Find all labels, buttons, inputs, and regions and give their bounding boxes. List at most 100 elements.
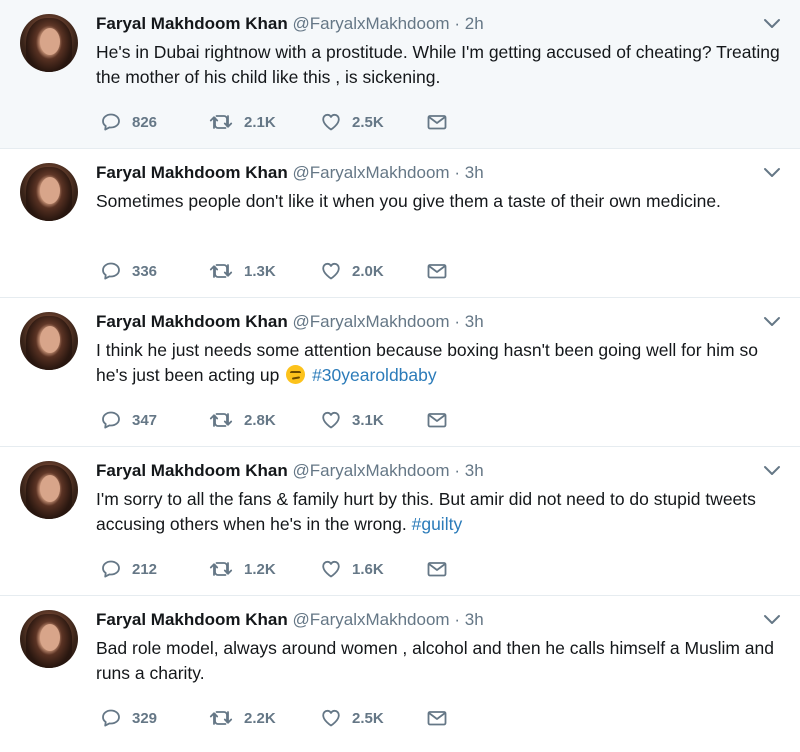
like-button[interactable]: 1.6K xyxy=(320,558,426,580)
retweet-count: 1.3K xyxy=(244,262,276,280)
separator-dot: · xyxy=(454,312,460,331)
tweet-header: Faryal Makhdoom Khan @FaryalxMakhdoom · … xyxy=(96,460,776,482)
direct-message-button[interactable] xyxy=(426,707,456,729)
tweet-header: Faryal Makhdoom Khan @FaryalxMakhdoom · … xyxy=(96,162,776,184)
tweet-feed: Faryal Makhdoom Khan @FaryalxMakhdoom · … xyxy=(0,0,800,750)
retweet-icon xyxy=(209,413,233,427)
tweet[interactable]: Faryal Makhdoom Khan @FaryalxMakhdoom · … xyxy=(0,298,800,447)
like-count: 2.5K xyxy=(352,113,384,131)
envelope-icon xyxy=(427,115,447,130)
avatar[interactable] xyxy=(20,14,78,72)
timestamp[interactable]: 3h xyxy=(465,163,484,182)
display-name[interactable]: Faryal Makhdoom Khan xyxy=(96,312,288,331)
like-button[interactable]: 2.0K xyxy=(320,260,426,282)
direct-message-button[interactable] xyxy=(426,558,456,580)
display-name[interactable]: Faryal Makhdoom Khan xyxy=(96,163,288,182)
separator-dot: · xyxy=(454,163,460,182)
reply-icon xyxy=(102,560,120,578)
tweet[interactable]: Faryal Makhdoom Khan @FaryalxMakhdoom · … xyxy=(0,447,800,596)
avatar-face xyxy=(40,326,60,353)
reply-count: 336 xyxy=(132,262,158,280)
retweet-count: 1.2K xyxy=(244,560,276,578)
retweet-button[interactable]: 1.3K xyxy=(208,260,320,282)
heart-icon xyxy=(322,560,340,578)
retweet-count: 2.2K xyxy=(244,709,276,727)
retweet-count: 2.1K xyxy=(244,113,276,131)
hashtag-link[interactable]: #guilty xyxy=(412,514,463,534)
tweet-header: Faryal Makhdoom Khan @FaryalxMakhdoom · … xyxy=(96,13,776,35)
tweet[interactable]: Faryal Makhdoom Khan @FaryalxMakhdoom · … xyxy=(0,0,800,149)
envelope-icon xyxy=(427,413,447,428)
reply-button[interactable]: 347 xyxy=(100,409,208,431)
display-name[interactable]: Faryal Makhdoom Khan xyxy=(96,14,288,33)
display-name[interactable]: Faryal Makhdoom Khan xyxy=(96,610,288,629)
direct-message-button[interactable] xyxy=(426,111,456,133)
tweet-text: He's in Dubai rightnow with a prostitude… xyxy=(96,40,786,90)
tweet-text: I'm sorry to all the fans & family hurt … xyxy=(96,487,786,537)
reply-button[interactable]: 336 xyxy=(100,260,208,282)
tweet[interactable]: Faryal Makhdoom Khan @FaryalxMakhdoom · … xyxy=(0,596,800,750)
chevron-down-icon[interactable] xyxy=(762,166,782,180)
timestamp[interactable]: 3h xyxy=(465,461,484,480)
username-handle[interactable]: @FaryalxMakhdoom xyxy=(293,163,450,182)
like-button[interactable]: 3.1K xyxy=(320,409,426,431)
reply-icon xyxy=(102,262,120,280)
reply-button[interactable]: 329 xyxy=(100,707,208,729)
timestamp[interactable]: 3h xyxy=(465,312,484,331)
retweet-icon xyxy=(209,711,233,725)
like-button[interactable]: 2.5K xyxy=(320,707,426,729)
chevron-down-icon[interactable] xyxy=(762,315,782,329)
envelope-icon xyxy=(427,711,447,726)
hashtag-link[interactable]: #30yearoldbaby xyxy=(312,365,437,385)
timestamp[interactable]: 2h xyxy=(465,14,484,33)
avatar-face xyxy=(40,624,60,651)
avatar[interactable] xyxy=(20,312,78,370)
reply-button[interactable]: 826 xyxy=(100,111,208,133)
tweet[interactable]: Faryal Makhdoom Khan @FaryalxMakhdoom · … xyxy=(0,149,800,298)
reply-icon xyxy=(102,113,120,131)
retweet-button[interactable]: 2.2K xyxy=(208,707,320,729)
username-handle[interactable]: @FaryalxMakhdoom xyxy=(293,610,450,629)
heart-icon xyxy=(322,113,340,131)
reply-count: 212 xyxy=(132,560,158,578)
reply-button[interactable]: 212 xyxy=(100,558,208,580)
reply-count: 826 xyxy=(132,113,158,131)
like-count: 2.5K xyxy=(352,709,384,727)
timestamp[interactable]: 3h xyxy=(465,610,484,629)
retweet-button[interactable]: 1.2K xyxy=(208,558,320,580)
retweet-icon xyxy=(209,264,233,278)
tweet-header: Faryal Makhdoom Khan @FaryalxMakhdoom · … xyxy=(96,311,776,333)
username-handle[interactable]: @FaryalxMakhdoom xyxy=(293,14,450,33)
avatar[interactable] xyxy=(20,610,78,668)
username-handle[interactable]: @FaryalxMakhdoom xyxy=(293,312,450,331)
heart-icon xyxy=(322,262,340,280)
retweet-button[interactable]: 2.8K xyxy=(208,409,320,431)
avatar-face xyxy=(40,177,60,204)
heart-icon xyxy=(322,709,340,727)
retweet-button[interactable]: 2.1K xyxy=(208,111,320,133)
reply-icon xyxy=(102,709,120,727)
avatar-face xyxy=(40,475,60,502)
chevron-down-icon[interactable] xyxy=(762,464,782,478)
avatar[interactable] xyxy=(20,163,78,221)
retweet-count: 2.8K xyxy=(244,411,276,429)
tweet-actions: 212 1.2K 1.6K xyxy=(100,557,456,581)
like-count: 3.1K xyxy=(352,411,384,429)
display-name[interactable]: Faryal Makhdoom Khan xyxy=(96,461,288,480)
like-button[interactable]: 2.5K xyxy=(320,111,426,133)
avatar[interactable] xyxy=(20,461,78,519)
tweet-text: Sometimes people don't like it when you … xyxy=(96,189,786,214)
tweet-actions: 329 2.2K 2.5K xyxy=(100,706,456,730)
tweet-header: Faryal Makhdoom Khan @FaryalxMakhdoom · … xyxy=(96,609,776,631)
separator-dot: · xyxy=(454,461,460,480)
chevron-down-icon[interactable] xyxy=(762,613,782,627)
envelope-icon xyxy=(427,562,447,577)
tweet-text: I think he just needs some attention bec… xyxy=(96,338,786,388)
direct-message-button[interactable] xyxy=(426,409,456,431)
heart-icon xyxy=(322,411,340,429)
chevron-down-icon[interactable] xyxy=(762,17,782,31)
tweet-text-segment: Bad role model, always around women , al… xyxy=(96,638,774,683)
direct-message-button[interactable] xyxy=(426,260,456,282)
separator-dot: · xyxy=(454,610,460,629)
username-handle[interactable]: @FaryalxMakhdoom xyxy=(293,461,450,480)
